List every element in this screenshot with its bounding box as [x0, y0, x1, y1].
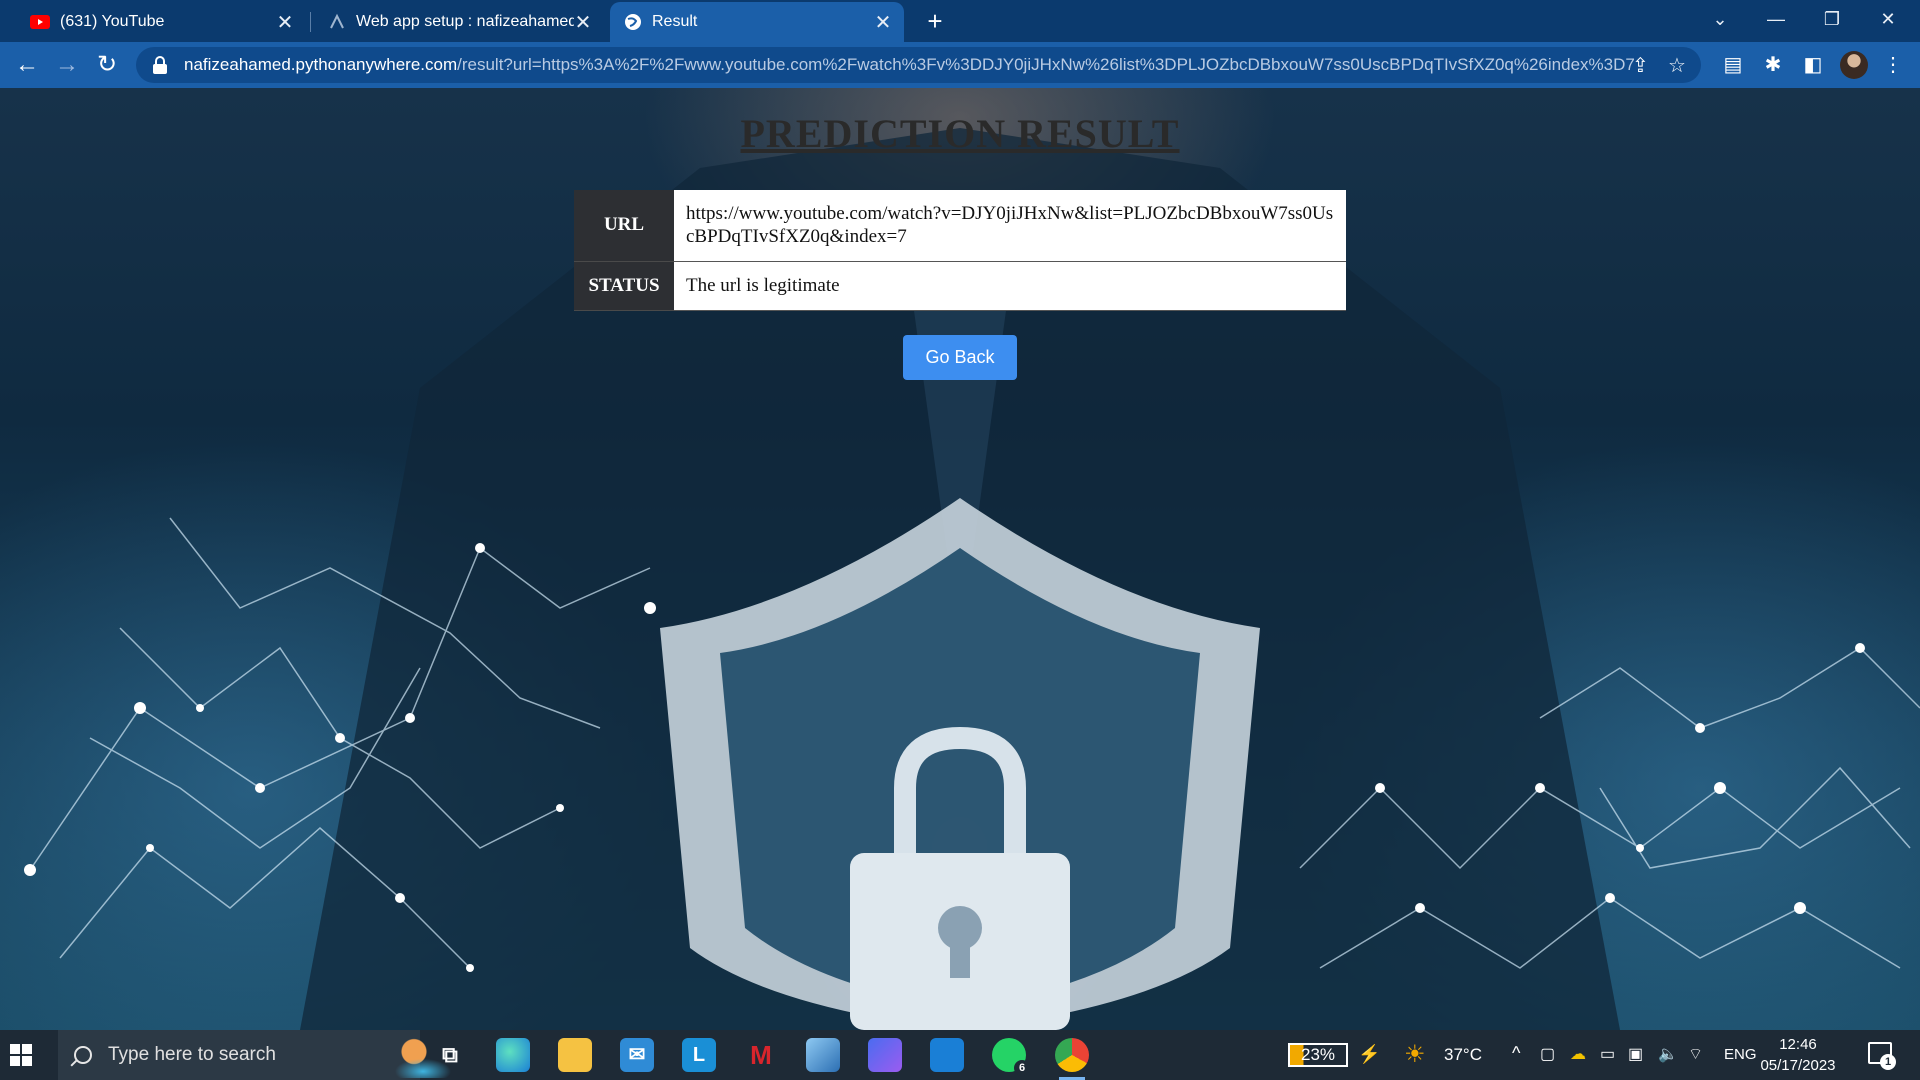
weather-sun-icon[interactable]: ☀ — [1404, 1040, 1426, 1069]
display-icon[interactable]: ▣ — [1628, 1044, 1643, 1064]
close-window-button[interactable]: ✕ — [1860, 0, 1916, 40]
pythonanywhere-icon — [330, 13, 344, 29]
language-indicator[interactable]: ENG — [1724, 1046, 1757, 1063]
star-icon[interactable]: ☆ — [1668, 53, 1686, 78]
close-icon[interactable]: ✕ — [276, 10, 294, 35]
wifi-icon[interactable]: ⌔ — [1688, 1044, 1703, 1064]
taskbar-search-input[interactable]: Type here to search — [58, 1030, 468, 1080]
search-icon — [74, 1046, 92, 1064]
onedrive-icon[interactable]: ☁ — [1570, 1044, 1586, 1064]
whatsapp-icon[interactable]: 6 — [992, 1038, 1030, 1076]
remote-desktop-icon[interactable] — [806, 1038, 840, 1072]
tab-title: (631) YouTube — [60, 13, 165, 30]
status-value: The url is legitimate — [674, 261, 1346, 311]
tab-title: Result — [652, 13, 698, 30]
restore-button[interactable]: ❐ — [1804, 0, 1860, 40]
edge-browser-icon[interactable] — [496, 1038, 530, 1072]
status-label: STATUS — [574, 261, 674, 311]
minimize-button[interactable]: — — [1748, 0, 1804, 40]
clock-date: 05/17/2023 — [1760, 1057, 1836, 1074]
battery-saver-icon[interactable]: ▭ — [1600, 1044, 1615, 1064]
side-panel-icon[interactable]: ◧ — [1800, 52, 1826, 78]
browser-tab-bar: (631) YouTube ✕ Web app setup : nafizeah… — [0, 0, 1920, 42]
system-clock[interactable]: 12:46 05/17/2023 — [1760, 1034, 1836, 1076]
page-title: PREDICTION RESULT — [740, 111, 1180, 156]
whatsapp-badge: 6 — [1014, 1060, 1030, 1076]
windows-start-icon[interactable] — [10, 1044, 32, 1066]
search-placeholder: Type here to search — [108, 1044, 276, 1065]
tab-web-app-setup[interactable]: Web app setup : nafizeahamed : ✕ — [314, 2, 604, 42]
reading-list-icon[interactable]: ▤ — [1720, 52, 1746, 78]
reload-icon[interactable]: ↻ — [92, 50, 122, 80]
url-path: /result?url=https%3A%2F%2Fwww.youtube.co… — [457, 55, 1635, 74]
file-explorer-icon[interactable] — [558, 1038, 592, 1072]
clock-time: 12:46 — [1779, 1036, 1817, 1053]
lock-icon[interactable] — [152, 56, 168, 74]
chevron-up-icon[interactable]: ^ — [1512, 1043, 1520, 1064]
l-app-icon[interactable]: L — [682, 1038, 716, 1072]
go-back-button[interactable]: Go Back — [903, 335, 1017, 380]
notification-badge: 1 — [1880, 1054, 1896, 1070]
url-value: https://www.youtube.com/watch?v=DJY0jiJH… — [674, 190, 1346, 262]
mcafee-icon[interactable]: M — [744, 1038, 778, 1072]
volume-icon[interactable]: 🔈 — [1658, 1044, 1678, 1064]
mail-icon[interactable]: ✉ — [620, 1038, 654, 1072]
meet-now-icon[interactable]: ▢ — [1540, 1044, 1555, 1064]
windows-taskbar: Type here to search ⧉ ✉ L M 6 23% ⚡ ☀ 37… — [0, 1030, 1920, 1080]
plug-icon: ⚡ — [1358, 1044, 1381, 1064]
close-icon[interactable]: ✕ — [574, 10, 592, 35]
browser-toolbar: ← → ↻ nafizeahamed.pythonanywhere.com/re… — [0, 42, 1920, 88]
table-row: STATUS The url is legitimate — [574, 261, 1346, 311]
new-tab-button[interactable]: + — [920, 6, 950, 36]
menu-dots-icon[interactable]: ⋮ — [1880, 52, 1906, 78]
tab-result[interactable]: Result ✕ — [610, 2, 904, 42]
youtube-icon — [30, 15, 50, 29]
share-icon[interactable]: ⇪ — [1632, 53, 1649, 78]
extensions-puzzle-icon[interactable]: ✱ — [1760, 52, 1786, 78]
power-automate-icon[interactable] — [868, 1038, 902, 1072]
tab-separator — [310, 12, 311, 32]
chevron-down-icon[interactable]: ⌄ — [1692, 0, 1748, 40]
page-viewport: PREDICTION RESULT URL https://www.youtub… — [0, 88, 1920, 1030]
task-view-icon[interactable]: ⧉ — [433, 1038, 467, 1072]
battery-indicator[interactable]: 23% — [1288, 1043, 1348, 1067]
forward-arrow-icon[interactable]: → — [52, 50, 82, 80]
globe-icon — [625, 14, 641, 30]
chrome-icon[interactable] — [1055, 1038, 1089, 1080]
temperature-text[interactable]: 37°C — [1444, 1045, 1482, 1065]
microsoft-store-icon[interactable] — [930, 1038, 964, 1072]
tab-title: Web app setup : nafizeahamed : — [356, 13, 574, 30]
url-label: URL — [574, 190, 674, 262]
avatar[interactable] — [1840, 51, 1868, 79]
url-host: nafizeahamed.pythonanywhere.com — [184, 55, 458, 74]
url-text[interactable]: nafizeahamed.pythonanywhere.com/result?u… — [184, 55, 1644, 75]
table-row: URL https://www.youtube.com/watch?v=DJY0… — [574, 190, 1346, 262]
close-icon[interactable]: ✕ — [874, 10, 892, 35]
back-arrow-icon[interactable]: ← — [12, 50, 42, 80]
address-bar[interactable]: nafizeahamed.pythonanywhere.com/result?u… — [136, 47, 1701, 83]
tab-youtube[interactable]: (631) YouTube ✕ — [16, 2, 306, 42]
result-table: URL https://www.youtube.com/watch?v=DJY0… — [574, 190, 1346, 311]
